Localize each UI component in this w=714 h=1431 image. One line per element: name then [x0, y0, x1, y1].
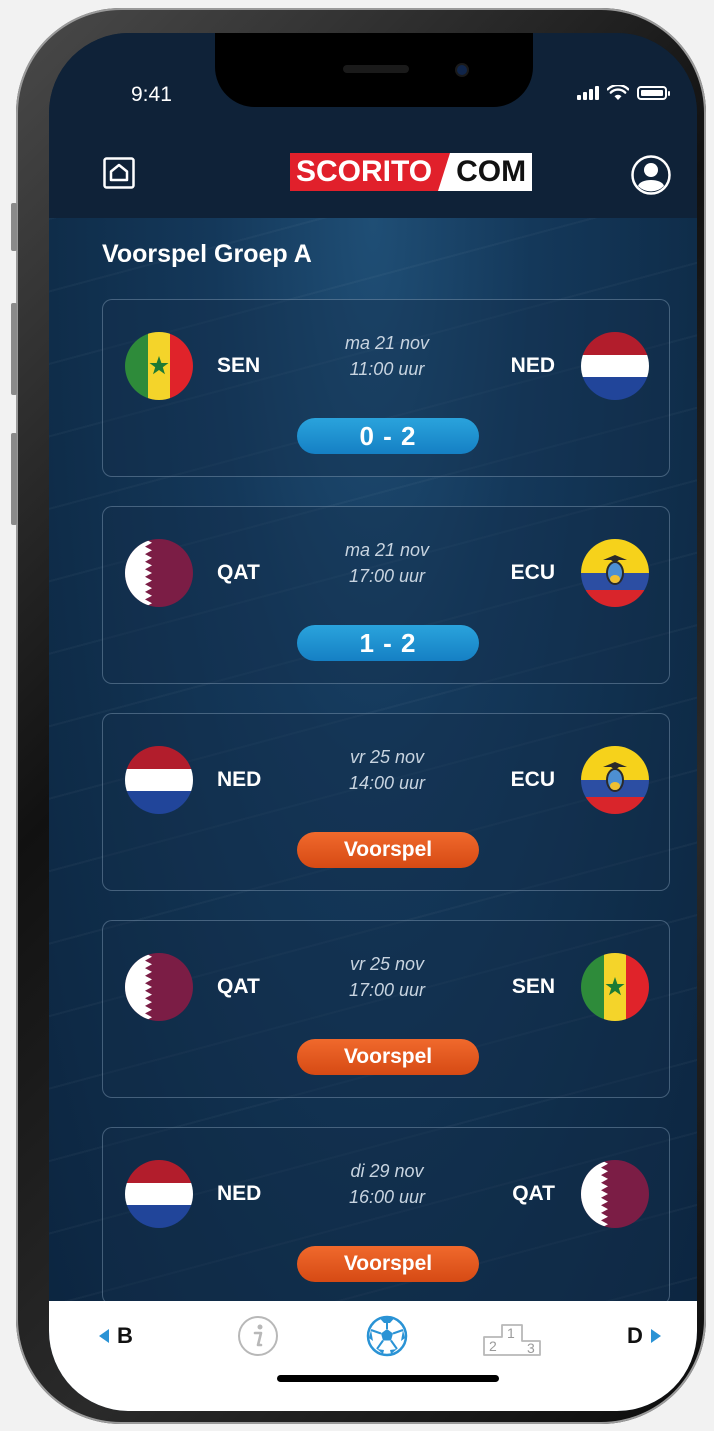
previous-group-button[interactable]: B: [99, 1323, 133, 1349]
netherlands-flag-icon: [125, 746, 193, 814]
match-datetime: vr 25 nov 17:00 uur: [287, 951, 487, 1003]
phone-frame: 9:41 SCORITO COM Voorspel Groep A SEN ma…: [11, 8, 706, 1424]
mute-switch: [11, 203, 17, 251]
match-card: SEN ma 21 nov 11:00 uur NED 0 - 2: [102, 299, 670, 477]
logo-slash: [438, 153, 451, 191]
status-time: 9:41: [131, 83, 172, 106]
match-card: QAT ma 21 nov 17:00 uur ECU 1 - 2: [102, 506, 670, 684]
next-group-label: D: [627, 1323, 643, 1348]
logo-scorito: SCORITO: [290, 153, 439, 191]
away-team-code: NED: [510, 354, 555, 377]
senegal-flag-icon: [581, 953, 649, 1021]
away-team-code: QAT: [512, 1182, 555, 1205]
status-icons: [577, 85, 670, 101]
match-day: di 29 nov: [350, 1161, 424, 1181]
match-datetime: di 29 nov 16:00 uur: [287, 1158, 487, 1210]
info-icon[interactable]: [237, 1315, 279, 1357]
screen: 9:41 SCORITO COM Voorspel Groep A SEN ma…: [49, 33, 697, 1411]
match-day: ma 21 nov: [344, 333, 430, 353]
home-team-code: QAT: [217, 561, 260, 584]
volume-up-button: [11, 303, 17, 395]
arrow-right-icon: [650, 1329, 661, 1343]
score-button[interactable]: 1 - 2: [297, 625, 479, 661]
camera: [457, 65, 467, 75]
score-button[interactable]: 0 - 2: [297, 418, 479, 454]
match-day: vr 25 nov: [349, 747, 425, 767]
qatar-flag-icon: [581, 1160, 649, 1228]
ecuador-flag-icon: [581, 746, 649, 814]
match-day: ma 21 nov: [344, 540, 430, 560]
predict-button[interactable]: Voorspel: [297, 1246, 479, 1282]
away-team-code: ECU: [510, 768, 555, 791]
ecuador-flag-icon: [581, 539, 649, 607]
bottom-tab-bar: B 1 2 3 D: [49, 1301, 697, 1411]
ranking-podium-icon[interactable]: 1 2 3: [482, 1315, 542, 1357]
volume-down-button: [11, 433, 17, 525]
podium-third: 3: [527, 1340, 535, 1356]
home-icon[interactable]: [103, 157, 135, 189]
predict-button[interactable]: Voorspel: [297, 1039, 479, 1075]
logo-com: COM: [450, 153, 533, 191]
match-time: 17:00 uur: [348, 566, 426, 586]
match-time: 17:00 uur: [348, 980, 426, 1000]
predict-button[interactable]: Voorspel: [297, 832, 479, 868]
podium-first: 1: [507, 1325, 515, 1341]
page-title: Voorspel Groep A: [102, 240, 312, 268]
next-group-button[interactable]: D: [627, 1323, 661, 1349]
signal-icon: [577, 86, 599, 100]
away-team-code: SEN: [511, 975, 555, 998]
match-time: 16:00 uur: [348, 1187, 426, 1207]
away-team-code: ECU: [510, 561, 555, 584]
match-day: vr 25 nov: [349, 954, 425, 974]
battery-icon: [637, 86, 670, 100]
match-card: QAT vr 25 nov 17:00 uur SEN Voorspel: [102, 920, 670, 1098]
podium-second: 2: [489, 1338, 497, 1354]
home-team-code: NED: [217, 1182, 262, 1205]
previous-group-label: B: [117, 1323, 133, 1348]
speaker: [343, 65, 409, 73]
match-card: NED di 29 nov 16:00 uur QAT Voorspel: [102, 1127, 670, 1305]
scorito-logo: SCORITO COM: [290, 153, 533, 191]
match-time: 14:00 uur: [348, 773, 426, 793]
wifi-icon: [607, 85, 629, 100]
home-indicator: [277, 1375, 499, 1382]
match-datetime: ma 21 nov 11:00 uur: [287, 330, 487, 382]
notch: [215, 33, 533, 107]
profile-icon[interactable]: [631, 155, 671, 195]
match-datetime: ma 21 nov 17:00 uur: [287, 537, 487, 589]
qatar-flag-icon: [125, 539, 193, 607]
match-datetime: vr 25 nov 14:00 uur: [287, 744, 487, 796]
arrow-left-icon: [99, 1329, 109, 1343]
home-team-code: QAT: [217, 975, 260, 998]
home-team-code: SEN: [217, 354, 261, 377]
match-card: NED vr 25 nov 14:00 uur ECU Voorspel: [102, 713, 670, 891]
netherlands-flag-icon: [581, 332, 649, 400]
football-icon[interactable]: [366, 1315, 408, 1357]
match-time: 11:00 uur: [349, 359, 425, 379]
qatar-flag-icon: [125, 953, 193, 1021]
senegal-flag-icon: [125, 332, 193, 400]
netherlands-flag-icon: [125, 1160, 193, 1228]
home-team-code: NED: [217, 768, 262, 791]
